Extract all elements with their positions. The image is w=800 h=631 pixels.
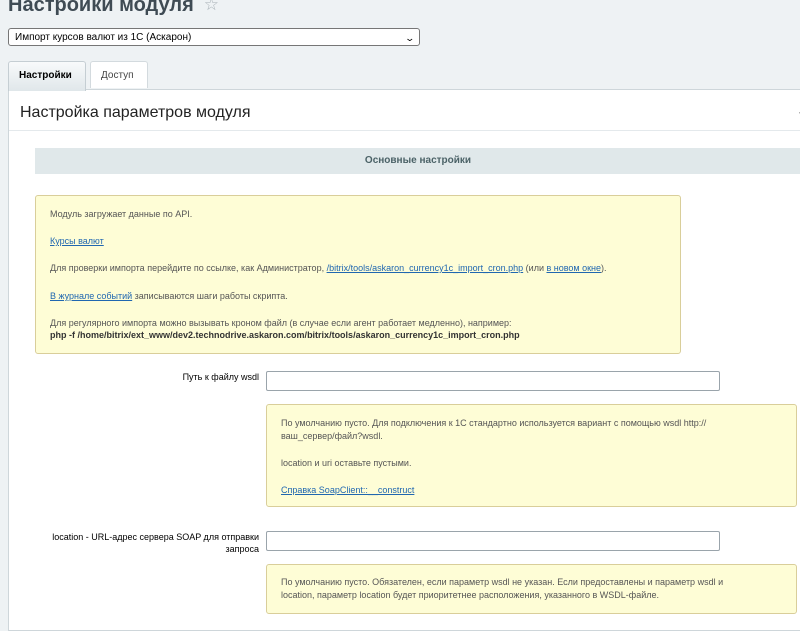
info-line-check: Для проверки импорта перейдите по ссылке… [50,263,607,273]
page-title: Настройки модуля ☆ [8,0,219,17]
cron-script-link[interactable]: /bitrix/tools/askaron_currency1c_import_… [327,263,524,273]
info-note: Модуль загружает данные по API. Курсы ва… [35,195,681,354]
info-line-api: Модуль загружает данные по API. [50,209,193,219]
wsdl-hint-note: По умолчанию пусто. Для подключения к 1С… [266,404,797,507]
tab-access[interactable]: Доступ [90,61,148,88]
page-title-text: Настройки модуля [8,0,194,16]
wsdl-hint-line2: ваш_сервер/файл?wsdl. [281,431,383,441]
currency-rates-link[interactable]: Курсы валют [50,236,104,246]
info-line-log: В журнале событий записываются шаги рабо… [50,291,288,301]
settings-panel: Настройка параметров модуля ▼ Основные н… [8,89,800,631]
wsdl-hint-line1: По умолчанию пусто. Для подключения к 1С… [281,418,707,428]
cron-command: php -f /home/bitrix/ext_www/dev2.technod… [50,330,520,340]
soapclient-help-link[interactable]: Справка SoapClient::__construct [281,485,414,495]
wsdl-input[interactable] [266,371,720,391]
info-line-cron: Для регулярного импорта можно вызывать к… [50,318,512,328]
location-hint-line1: По умолчанию пусто. Обязателен, если пар… [281,577,724,587]
wsdl-label: Путь к файлу wsdl [182,372,259,382]
module-select[interactable]: Импорт курсов валют из 1С (Аскарон) ⌄ [8,28,420,46]
panel-title: Настройка параметров модуля [20,104,251,121]
chevron-down-icon: ⌄ [404,33,416,43]
star-icon[interactable]: ☆ [204,0,219,15]
location-hint-note: По умолчанию пусто. Обязателен, если пар… [266,564,797,614]
location-label: location - URL-адрес сервера SOAP для от… [52,532,259,554]
section-header: Основные настройки [35,148,800,174]
new-window-link[interactable]: в новом окне [546,263,601,273]
wsdl-hint-line3: location и uri оставьте пустыми. [281,458,412,468]
module-select-value: Импорт курсов валют из 1С (Аскарон) [15,32,192,43]
location-input[interactable] [266,531,720,551]
panel-divider [9,130,800,131]
location-hint-line2: location, параметр location будет приори… [281,590,659,600]
tab-settings[interactable]: Настройки [8,61,86,91]
event-log-link[interactable]: В журнале событий [50,291,132,301]
